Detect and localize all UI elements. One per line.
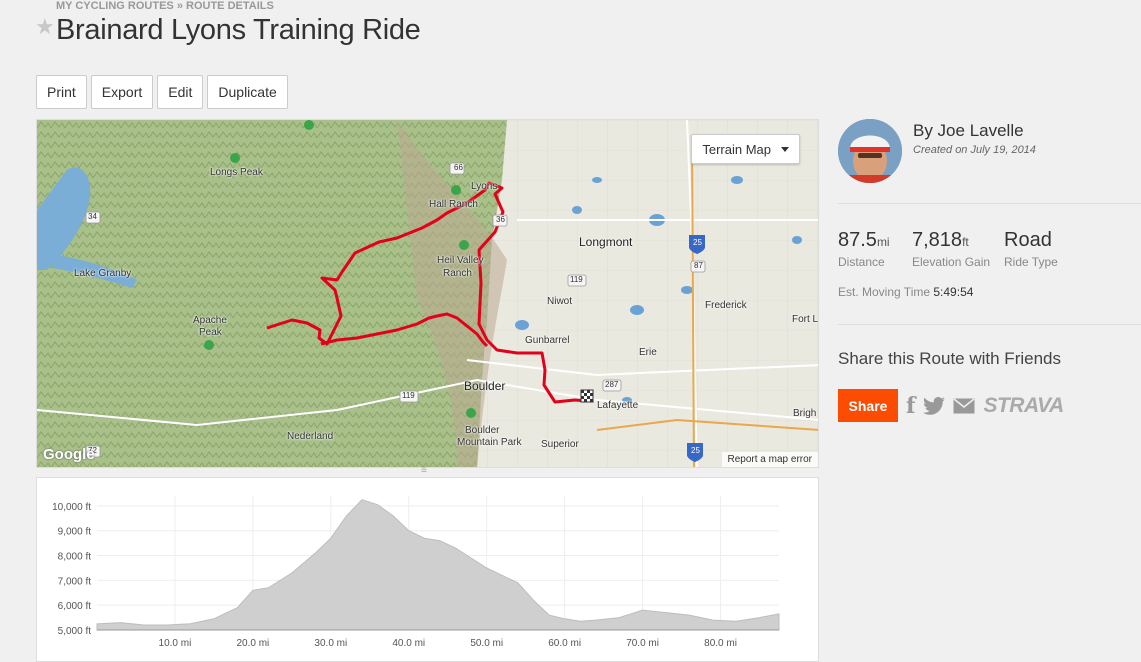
map-label-apache: Apache <box>193 315 227 326</box>
map-label-heil-valley: Heil Valley <box>437 255 484 266</box>
map-layer-select[interactable]: Terrain Map <box>691 134 800 164</box>
route-shield-36: 36 <box>496 215 505 224</box>
resize-handle-icon[interactable]: ≡ <box>421 466 433 476</box>
elevation-label: Elevation Gain <box>912 255 991 269</box>
map-label-niwot: Niwot <box>547 296 573 307</box>
map-label-peak: Peak <box>199 327 222 338</box>
elevation-chart: 5,000 ft 6,000 ft 7,000 ft 8,000 ft 9,000 ft… <box>36 477 819 662</box>
route-shield-25-south: 25 <box>691 446 700 455</box>
map-label-boulder-mountain-park-2: Mountain Park <box>457 437 522 448</box>
google-logo: Google <box>43 446 95 463</box>
stat-distance: 87.5mi Distance <box>838 229 890 269</box>
distance-unit: mi <box>876 235 890 249</box>
y-tick-label: 5,000 ft <box>58 626 92 637</box>
strava-logo[interactable]: STRAVA <box>983 394 1064 418</box>
route-map[interactable]: Longs Peak Lyons Hall Ranch Longmont Hei… <box>36 119 819 468</box>
report-map-error-link[interactable]: Report a map error <box>721 452 818 467</box>
map-label-frederick: Frederick <box>705 300 747 311</box>
x-tick-label: 70.0 mi <box>626 638 659 649</box>
page-title: Brainard Lyons Training Ride <box>56 14 421 46</box>
print-button[interactable]: Print <box>36 75 87 109</box>
email-icon[interactable] <box>953 398 975 414</box>
toolbar: Print Export Edit Duplicate <box>36 75 288 109</box>
breadcrumb-route-details: ROUTE DETAILS <box>186 0 274 12</box>
moving-time: Est. Moving Time 5:49:54 <box>838 285 973 299</box>
y-tick-label: 9,000 ft <box>58 527 92 538</box>
map-label-bright: Brigh <box>793 408 817 419</box>
finish-flag-icon <box>580 389 594 403</box>
stat-elevation: 7,818ft Elevation Gain <box>912 229 990 269</box>
route-shield-119-north: 119 <box>570 275 583 284</box>
x-tick-label: 80.0 mi <box>704 638 737 649</box>
y-tick-label: 10,000 ft <box>52 502 91 513</box>
route-shield-25-north: 25 <box>693 238 702 247</box>
duplicate-button[interactable]: Duplicate <box>207 75 288 109</box>
map-label-longs-peak: Longs Peak <box>210 167 263 178</box>
map-label-gunbarrel: Gunbarrel <box>525 335 570 346</box>
map-label-longmont: Longmont <box>579 235 633 249</box>
breadcrumb: MY CYCLING ROUTES » ROUTE DETAILS <box>56 0 274 12</box>
stat-ride-type: Road Ride Type <box>1004 229 1058 269</box>
route-shield-287: 287 <box>605 380 619 389</box>
distance-label: Distance <box>838 255 885 269</box>
map-label-lake-granby: Lake Granby <box>74 268 132 279</box>
x-tick-label: 60.0 mi <box>548 638 581 649</box>
elevation-value: 7,818 <box>912 229 963 251</box>
x-tick-label: 10.0 mi <box>159 638 192 649</box>
avatar[interactable] <box>838 119 902 183</box>
x-tick-label: 50.0 mi <box>470 638 503 649</box>
y-tick-label: 6,000 ft <box>58 601 92 612</box>
map-label-erie: Erie <box>639 347 657 358</box>
map-label-lyons: Lyons <box>471 181 498 192</box>
x-tick-label: 30.0 mi <box>314 638 347 649</box>
map-terrain <box>37 120 818 467</box>
breadcrumb-separator: » <box>176 0 183 12</box>
share-title: Share this Route with Friends <box>838 349 1061 368</box>
route-shield-34: 34 <box>88 212 97 221</box>
ride-type-value: Road <box>1004 229 1052 251</box>
ride-type-label: Ride Type <box>1004 255 1058 269</box>
caret-down-icon <box>781 146 789 152</box>
map-label-fort-l: Fort L <box>792 314 819 325</box>
map-label-boulder-mountain-park-1: Boulder <box>465 425 500 436</box>
divider <box>838 324 1141 325</box>
route-shield-87: 87 <box>694 261 703 270</box>
moving-time-label: Est. Moving Time <box>838 285 931 299</box>
map-label-superior: Superior <box>541 439 579 450</box>
y-tick-label: 7,000 ft <box>58 576 92 587</box>
y-tick-label: 8,000 ft <box>58 552 92 563</box>
share-button[interactable]: Share <box>838 389 898 422</box>
share-icons: f STRAVA <box>906 393 1064 419</box>
elevation-unit: ft <box>962 235 969 249</box>
export-button[interactable]: Export <box>90 75 154 109</box>
divider <box>838 203 1141 204</box>
map-label-boulder: Boulder <box>464 379 506 393</box>
map-label-ranch: Ranch <box>443 268 472 279</box>
moving-time-value: 5:49:54 <box>933 285 974 299</box>
twitter-icon[interactable] <box>923 397 946 415</box>
map-layer-label: Terrain Map <box>702 141 771 157</box>
route-shield-66: 66 <box>454 163 463 172</box>
star-icon[interactable]: ★ <box>35 14 55 40</box>
route-shield-119-south: 119 <box>402 391 415 400</box>
facebook-icon[interactable]: f <box>906 393 915 419</box>
x-tick-label: 20.0 mi <box>236 638 269 649</box>
distance-value: 87.5 <box>838 229 877 251</box>
map-label-lafayette: Lafayette <box>597 400 639 411</box>
map-label-nederland: Nederland <box>287 431 334 442</box>
elevation-chart-svg: 5,000 ft 6,000 ft 7,000 ft 8,000 ft 9,000 ft… <box>52 496 780 649</box>
edit-button[interactable]: Edit <box>157 75 204 109</box>
elevation-area <box>96 499 780 631</box>
breadcrumb-my-cycling-routes[interactable]: MY CYCLING ROUTES <box>56 0 174 12</box>
map-label-hall-ranch: Hall Ranch <box>429 199 478 210</box>
created-date: Created on July 19, 2014 <box>913 144 1036 156</box>
author-name[interactable]: By Joe Lavelle <box>913 121 1024 141</box>
x-tick-label: 40.0 mi <box>392 638 425 649</box>
